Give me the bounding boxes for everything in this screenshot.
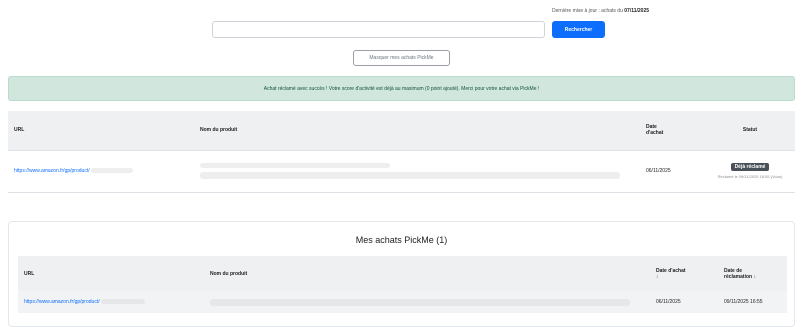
- last-update-text: Dernière mise à jour : achats du 07/11/2…: [552, 8, 649, 14]
- column-header-claim-date[interactable]: Date de réclamation ↕: [718, 256, 787, 291]
- redacted-product-line-1: [200, 163, 390, 168]
- column-header-purchase-date[interactable]: Date d'achat ↕: [650, 256, 718, 291]
- last-update-date: 07/11/2025: [624, 8, 650, 14]
- search-results-table: URL Nom du produit Date d'achat Statut h…: [8, 111, 795, 193]
- last-update-prefix: Dernière mise à jour : achats du: [552, 8, 623, 14]
- my-purchases-table: URL Nom du produit Date d'achat ↕ Date d…: [18, 256, 787, 313]
- product-url-link[interactable]: https://www.amazon.fr/gp/product/: [24, 299, 100, 305]
- url-cell: https://www.amazon.fr/gp/product/: [18, 291, 204, 313]
- column-header-product: Nom du produit: [204, 256, 650, 291]
- my-purchases-card: Mes achats PickMe (1) URL Nom du produit…: [8, 221, 795, 327]
- column-header-status: Statut: [705, 111, 795, 151]
- url-cell: https://www.amazon.fr/gp/product/: [8, 150, 194, 193]
- product-cell: [194, 150, 640, 193]
- column-header-purchase-date-label: Date d'achat: [656, 267, 686, 274]
- redacted-url: [90, 168, 133, 174]
- column-header-product: Nom du produit: [194, 111, 640, 151]
- success-alert-message: Achat réclamé avec succès ! Votre score …: [263, 85, 540, 92]
- claim-date: 09/11/2025 16:55: [718, 291, 787, 313]
- success-alert: Achat réclamé avec succès ! Votre score …: [8, 76, 795, 101]
- search-input[interactable]: [212, 21, 545, 38]
- redacted-url: [100, 299, 145, 305]
- my-purchases-title: Mes achats PickMe (1): [355, 235, 448, 245]
- product-cell: [204, 291, 650, 313]
- column-header-url: URL: [8, 111, 194, 151]
- table-header-row: URL Nom du produit Date d'achat ↕ Date d…: [18, 256, 787, 291]
- hide-pickme-purchases-button[interactable]: Masquer mes achats PickMe: [353, 50, 450, 66]
- search-button[interactable]: Rechercher: [552, 21, 605, 38]
- table-row: https://www.amazon.fr/gp/product/ 06/11/…: [8, 150, 795, 193]
- claim-note: Réclamé le 09/11/2025 16:55 (Vous): [717, 173, 783, 179]
- column-header-url: URL: [18, 256, 204, 291]
- column-header-claim-date-line2: réclamation: [724, 273, 753, 280]
- redacted-product: [210, 298, 630, 306]
- purchase-date: 06/11/2025: [650, 291, 718, 313]
- purchase-date: 06/11/2025: [640, 150, 705, 193]
- column-header-date-line2: d'achat: [646, 130, 664, 137]
- column-header-date: Date d'achat: [640, 111, 705, 151]
- sort-icon: ↕: [656, 273, 659, 280]
- status-badge: Déjà réclamé: [730, 162, 770, 171]
- sort-icon: ↕: [753, 273, 756, 280]
- redacted-product-line-2: [200, 172, 620, 179]
- table-row: https://www.amazon.fr/gp/product/ 06/11/…: [18, 291, 787, 313]
- product-url-link[interactable]: https://www.amazon.fr/gp/product/: [14, 168, 90, 174]
- table-header-row: URL Nom du produit Date d'achat Statut: [8, 111, 795, 151]
- status-cell: Déjà réclamé Réclamé le 09/11/2025 16:55…: [705, 150, 795, 193]
